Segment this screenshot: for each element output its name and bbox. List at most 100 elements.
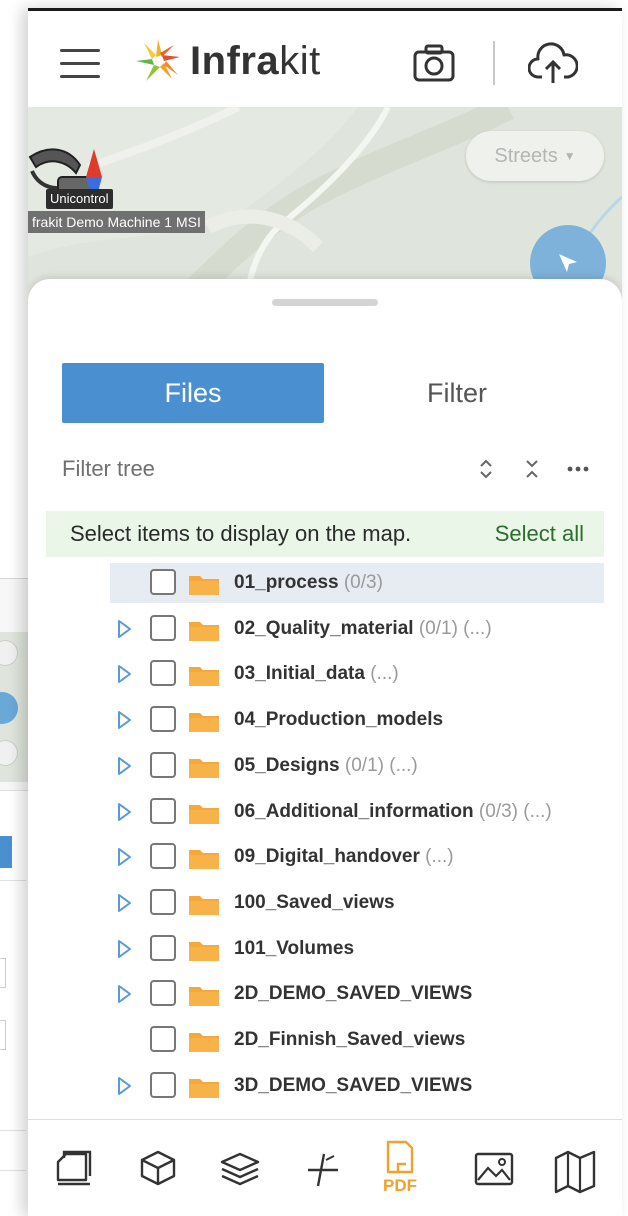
hamburger-icon[interactable] — [60, 49, 100, 79]
expand-triangle-icon[interactable] — [116, 664, 132, 684]
collapse-icon[interactable] — [518, 455, 546, 483]
folder-icon — [189, 941, 219, 961]
tree-row[interactable]: NOR Saved Views — [28, 1111, 622, 1117]
tab-filter[interactable]: Filter — [324, 363, 590, 423]
tree-row[interactable]: 2D_Finnish_Saved_views — [28, 1020, 622, 1060]
app-title: Infrakit — [190, 38, 321, 83]
infrakit-logo-icon — [136, 39, 180, 81]
tree-row[interactable]: 02_Quality_material (0/1) (...) — [28, 609, 622, 649]
folder-icon — [189, 895, 219, 915]
drag-handle[interactable] — [272, 299, 378, 306]
layers-icon[interactable] — [214, 1140, 266, 1200]
map-style-label: Streets — [494, 144, 558, 167]
row-checkbox[interactable] — [150, 934, 176, 961]
map-icon[interactable] — [550, 1140, 602, 1200]
machine-name-label: frakit Demo Machine 1 MSI — [28, 211, 205, 233]
row-checkbox[interactable] — [150, 569, 176, 595]
row-label: 01_process (0/3) — [234, 572, 383, 593]
tree-row[interactable]: 06_Additional_information (0/3) (...) — [28, 792, 622, 832]
expand-triangle-icon[interactable] — [116, 984, 132, 1004]
caret-down-icon: ▼ — [563, 149, 576, 163]
tree-row[interactable]: 03_Initial_data (...) — [28, 654, 622, 694]
expand-triangle-icon[interactable] — [116, 619, 132, 639]
folder-icon — [189, 667, 219, 687]
tree-row[interactable]: 05_Designs (0/1) (...) — [28, 746, 622, 786]
row-checkbox[interactable] — [150, 706, 176, 733]
bottom-toolbar: PDF — [28, 1119, 622, 1216]
tree-row[interactable]: 3D_DEMO_SAVED_VIEWS — [28, 1066, 622, 1106]
cursor-arrow-icon — [559, 254, 577, 272]
tree-row[interactable]: 2D_DEMO_SAVED_VIEWS — [28, 974, 622, 1014]
row-count: (...) — [419, 846, 454, 868]
row-count: (0/3) — [338, 572, 383, 593]
row-label: 2D_Finnish_Saved_views — [234, 1029, 466, 1050]
camera-icon[interactable] — [412, 43, 456, 83]
app-logo: Infrakit — [134, 35, 321, 87]
tree-row[interactable]: 04_Production_models — [28, 700, 622, 740]
row-label: 3D_DEMO_SAVED_VIEWS — [234, 1074, 473, 1096]
row-checkbox[interactable] — [150, 797, 176, 824]
row-checkbox[interactable] — [150, 751, 176, 778]
expand-triangle-icon[interactable] — [116, 710, 132, 730]
row-label: 09_Digital_handover (...) — [234, 846, 454, 868]
row-checkbox[interactable] — [150, 1026, 176, 1052]
map-view[interactable]: Unicontrol frakit Demo Machine 1 MSI Str… — [28, 107, 622, 307]
select-all-link[interactable]: Select all — [495, 521, 584, 547]
folder-icon — [189, 758, 219, 778]
row-count: (0/1) (...) — [413, 617, 492, 639]
background-divider — [0, 880, 26, 881]
background-divider — [0, 1170, 26, 1171]
row-count: (0/1) (...) — [339, 754, 418, 776]
folder-icon — [189, 576, 219, 595]
row-checkbox[interactable] — [150, 888, 176, 915]
pdf-tool-button[interactable]: PDF — [374, 1140, 426, 1200]
app-window: Infrakit Unicontrol frakit Demo Machine … — [28, 8, 622, 1216]
image-icon[interactable] — [468, 1140, 520, 1200]
folder-icon — [189, 987, 219, 1007]
row-checkbox[interactable] — [150, 614, 176, 641]
tree-row[interactable]: 09_Digital_handover (...) — [28, 837, 622, 877]
background-field — [0, 1020, 6, 1050]
folder-icon — [189, 621, 219, 641]
row-checkbox[interactable] — [150, 843, 176, 870]
expand-icon[interactable] — [472, 455, 500, 483]
row-label: 06_Additional_information (0/3) (...) — [234, 800, 552, 822]
documents-icon[interactable] — [50, 1140, 102, 1200]
tree-row[interactable]: 101_Volumes — [28, 929, 622, 969]
folder-icon — [189, 713, 219, 733]
tab-files[interactable]: Files — [62, 363, 324, 423]
3d-model-icon[interactable] — [132, 1140, 184, 1200]
cloud-upload-icon[interactable] — [528, 41, 578, 85]
expand-triangle-icon[interactable] — [116, 939, 132, 959]
folder-icon — [189, 804, 219, 824]
filter-tree-input[interactable] — [62, 449, 442, 489]
pdf-label: PDF — [383, 1176, 417, 1195]
expand-triangle-icon[interactable] — [116, 802, 132, 822]
tree-row[interactable]: 01_process (0/3) — [28, 563, 622, 603]
background-divider — [0, 1130, 26, 1131]
expand-triangle-icon[interactable] — [116, 893, 132, 913]
row-label: 2D_DEMO_SAVED_VIEWS — [234, 983, 473, 1005]
expand-triangle-icon[interactable] — [116, 847, 132, 867]
row-checkbox[interactable] — [150, 660, 176, 687]
background-field — [0, 958, 6, 988]
expand-triangle-icon[interactable] — [116, 756, 132, 776]
row-label: 05_Designs (0/1) (...) — [234, 754, 418, 776]
measure-icon[interactable] — [296, 1140, 348, 1200]
machine-brand-label: Unicontrol — [46, 189, 113, 209]
row-checkbox[interactable] — [150, 980, 176, 1007]
expand-triangle-icon[interactable] — [116, 1076, 132, 1096]
row-label: 100_Saved_views — [234, 891, 395, 913]
files-sheet: Files Filter Select items to display on … — [28, 279, 622, 1119]
sheet-tabs: Files Filter — [62, 363, 590, 423]
more-icon[interactable] — [564, 455, 592, 483]
header-divider — [493, 41, 495, 85]
row-label: 04_Production_models — [234, 709, 444, 731]
selection-hint-bar: Select items to display on the map. Sele… — [46, 511, 604, 557]
background-tab — [0, 836, 12, 868]
row-checkbox[interactable] — [150, 1071, 176, 1098]
map-style-button[interactable]: Streets ▼ — [466, 131, 604, 181]
row-label: 03_Initial_data (...) — [234, 663, 399, 685]
file-tree: 01_process (0/3) 02_Quality_material (0/1… — [28, 557, 622, 1117]
tree-row[interactable]: 100_Saved_views — [28, 883, 622, 923]
